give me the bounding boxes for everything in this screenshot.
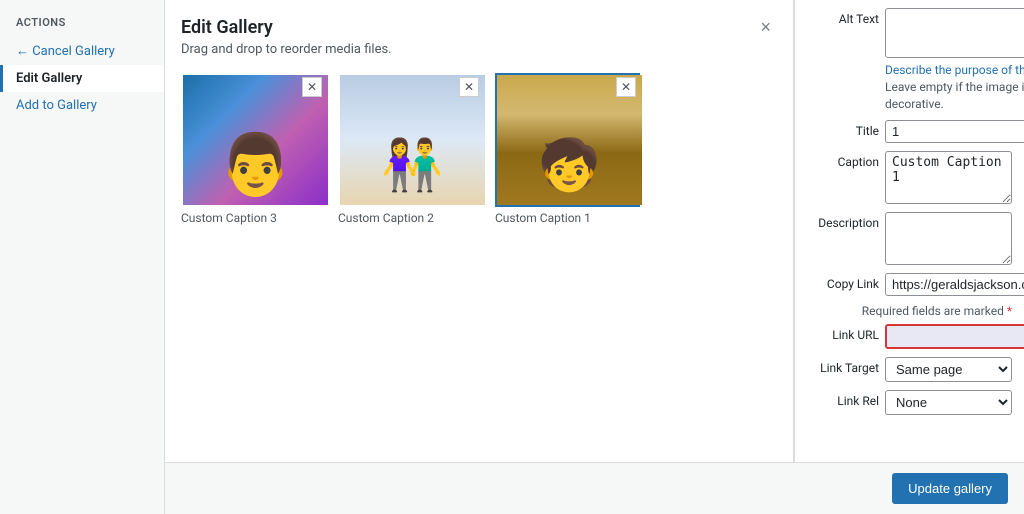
sidebar: Actions ← Cancel Gallery Edit Gallery Ad… [0,0,165,514]
cancel-gallery-link[interactable]: ← Cancel Gallery [0,37,164,65]
main-area: Edit Gallery × Drag and drop to reorder … [165,0,1024,514]
link-target-select[interactable]: Same page New page None [885,357,1012,382]
drag-hint: Drag and drop to reorder media files. [181,42,777,57]
alt-text-link[interactable]: Describe the purpose of the image. [885,63,1024,77]
gallery-caption-3: Custom Caption 1 [495,211,640,225]
link-target-label: Link Target [807,357,879,375]
copy-link-label: Copy Link [807,273,879,291]
update-gallery-button[interactable]: Update gallery [892,473,1008,504]
link-rel-row: Link Rel None nofollow noreferrer [807,390,1012,415]
alt-text-row: Alt Text Describe the purpose of the ima… [807,8,1012,112]
dialog: Edit Gallery × Drag and drop to reorder … [165,0,1024,462]
required-star: * [1007,304,1012,318]
alt-text-area: Describe the purpose of the image. Leave… [885,8,1024,112]
remove-item-1-button[interactable]: ✕ [302,77,322,97]
title-row: Title [807,120,1012,143]
link-rel-label: Link Rel [807,390,879,408]
gallery-item-3[interactable]: ✕ Custom Caption 1 [495,73,640,225]
caption-input[interactable]: Custom Caption 1 [885,151,1012,204]
gallery-caption-1: Custom Caption 3 [181,211,326,225]
description-label: Description [807,212,879,230]
remove-item-3-button[interactable]: ✕ [616,77,636,97]
caption-row: Caption Custom Caption 1 [807,151,1012,204]
link-url-label: Link URL [807,324,879,342]
alt-text-description: Describe the purpose of the image. Leave… [885,62,1024,112]
gallery-caption-2: Custom Caption 2 [338,211,483,225]
details-panel: Alt Text Describe the purpose of the ima… [794,0,1024,462]
copy-link-row: Copy Link [807,273,1012,296]
gallery-item-2[interactable]: ✕ Custom Caption 2 [338,73,483,225]
gallery-panel: Edit Gallery × Drag and drop to reorder … [165,0,794,462]
dialog-header: Edit Gallery × [181,16,777,38]
close-button[interactable]: × [754,16,777,38]
title-input[interactable] [885,120,1024,143]
description-row: Description [807,212,1012,265]
alt-text-input[interactable] [885,8,1024,58]
gallery-grid: ✕ Custom Caption 3 ✕ Custom Caption 2 [181,73,777,225]
title-label: Title [807,120,879,138]
gallery-item-inner-1: ✕ [181,73,326,207]
sidebar-section-title: Actions [0,16,164,37]
gallery-item[interactable]: ✕ Custom Caption 3 [181,73,326,225]
link-url-input[interactable] [885,324,1024,349]
link-url-row: Link URL [807,324,1012,349]
add-to-gallery-link[interactable]: Add to Gallery [0,92,164,119]
edit-gallery-link[interactable]: Edit Gallery [0,65,164,92]
required-note: Required fields are marked * [807,304,1012,318]
alt-text-suffix: Leave empty if the image is purely decor… [885,80,1024,111]
description-input[interactable] [885,212,1012,265]
link-rel-select[interactable]: None nofollow noreferrer [885,390,1012,415]
gallery-item-inner-3: ✕ [495,73,640,207]
caption-label: Caption [807,151,879,169]
dialog-title: Edit Gallery [181,17,273,38]
link-target-row: Link Target Same page New page None [807,357,1012,382]
copy-link-input[interactable] [885,273,1024,296]
alt-text-label: Alt Text [807,8,879,26]
gallery-item-inner-2: ✕ [338,73,483,207]
remove-item-2-button[interactable]: ✕ [459,77,479,97]
footer: Update gallery [165,462,1024,514]
